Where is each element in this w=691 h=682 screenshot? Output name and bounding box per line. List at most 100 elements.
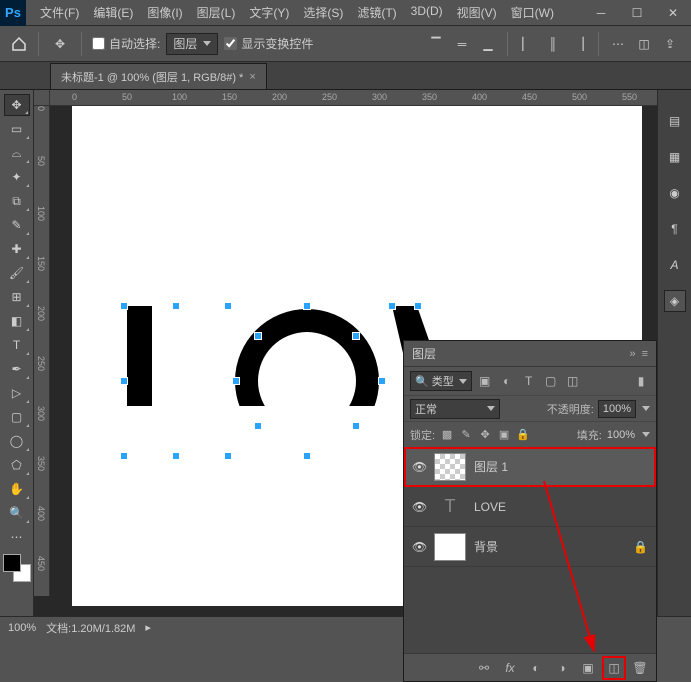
menu-window[interactable]: 窗口(W) <box>505 0 560 25</box>
layer-row[interactable]: 👁 背景 🔒 <box>404 527 656 567</box>
brush-tool[interactable]: 🖌 <box>4 262 30 284</box>
ruler-origin[interactable] <box>34 90 50 106</box>
move-tool[interactable]: ✥ <box>4 94 30 116</box>
lock-position-icon[interactable]: ✥ <box>478 428 492 442</box>
filter-shape-icon[interactable]: ▢ <box>542 372 560 390</box>
align-left-icon[interactable]: ▏ <box>516 33 538 55</box>
menu-layer[interactable]: 图层(L) <box>191 0 242 25</box>
align-top-icon[interactable]: ▔ <box>425 33 447 55</box>
show-transform-checkbox[interactable]: 显示变换控件 <box>224 35 313 52</box>
move-tool-icon[interactable]: ✥ <box>49 33 71 55</box>
layer-fx-icon[interactable]: fx <box>502 660 518 676</box>
lock-artboard-icon[interactable]: ▣ <box>497 428 511 442</box>
quick-select-tool[interactable]: ✦ <box>4 166 30 188</box>
filter-type-dropdown[interactable]: 🔍类型 <box>410 371 472 391</box>
menu-3d[interactable]: 3D(D) <box>405 0 449 25</box>
crop-tool[interactable]: ⧉ <box>4 190 30 212</box>
minimize-button[interactable]: ─ <box>583 0 619 26</box>
lasso-tool[interactable]: ⌓ <box>4 142 30 164</box>
share-icon[interactable]: ⇪ <box>659 33 681 55</box>
eraser-tool[interactable]: ◧ <box>4 310 30 332</box>
3d-mode-icon[interactable]: ◫ <box>633 33 655 55</box>
type-tool[interactable]: T <box>4 334 30 356</box>
layer-row[interactable]: 👁 T LOVE <box>404 487 656 527</box>
close-button[interactable]: ✕ <box>655 0 691 26</box>
status-caret-icon[interactable]: ▸ <box>145 621 151 634</box>
filter-pixel-icon[interactable]: ▣ <box>476 372 494 390</box>
healing-tool[interactable]: ✚ <box>4 238 30 260</box>
collapse-panel-icon[interactable]: » <box>629 348 635 360</box>
stamp-tool[interactable]: ⊞ <box>4 286 30 308</box>
link-layers-icon[interactable]: ⚯ <box>476 660 492 676</box>
align-bottom-icon[interactable]: ▁ <box>477 33 499 55</box>
blend-mode-dropdown[interactable]: 正常 <box>410 399 500 419</box>
menu-type[interactable]: 文字(Y) <box>243 0 295 25</box>
filter-smart-icon[interactable]: ◫ <box>564 372 582 390</box>
panel-menu-icon[interactable]: ≡ <box>642 348 648 360</box>
eyedropper-tool[interactable]: ✎ <box>4 214 30 236</box>
align-right-icon[interactable]: ▕ <box>568 33 590 55</box>
opacity-input[interactable]: 100% <box>598 400 636 418</box>
polygon-tool[interactable]: ⬠ <box>4 454 30 476</box>
rectangle-tool[interactable]: ▢ <box>4 406 30 428</box>
menu-file[interactable]: 文件(F) <box>34 0 85 25</box>
auto-select-target-dropdown[interactable]: 图层 <box>166 33 218 55</box>
delete-layer-icon[interactable]: 🗑 <box>632 660 648 676</box>
menu-filter[interactable]: 滤镜(T) <box>351 0 402 25</box>
path-select-tool[interactable]: ▷ <box>4 382 30 404</box>
layers-list: 👁 图层 1 👁 T LOVE 👁 背景 🔒 <box>404 447 656 653</box>
document-tab[interactable]: 未标题-1 @ 100% (图层 1, RGB/8#) * × <box>50 63 267 89</box>
tab-close-icon[interactable]: × <box>249 71 255 83</box>
zoom-tool[interactable]: 🔍 <box>4 502 30 524</box>
menu-edit[interactable]: 编辑(E) <box>87 0 139 25</box>
align-hcenter-icon[interactable]: ║ <box>542 33 564 55</box>
maximize-button[interactable]: ☐ <box>619 0 655 26</box>
layer-mask-icon[interactable]: ◐ <box>528 660 544 676</box>
menu-view[interactable]: 视图(V) <box>451 0 503 25</box>
ellipse-tool[interactable]: ◯ <box>4 430 30 452</box>
layer-name[interactable]: LOVE <box>474 500 506 514</box>
color-swatches[interactable] <box>3 554 31 582</box>
hand-tool[interactable]: ✋ <box>4 478 30 500</box>
lock-transparency-icon[interactable]: ▩ <box>440 428 454 442</box>
layer-row[interactable]: 👁 图层 1 <box>404 447 656 487</box>
layer-name[interactable]: 图层 1 <box>474 458 508 475</box>
ruler-vertical[interactable]: 0 50 100 150 200 250 300 350 400 450 <box>34 106 50 596</box>
menu-image[interactable]: 图像(I) <box>141 0 188 25</box>
layer-thumbnail[interactable] <box>434 453 466 481</box>
filter-type-icon[interactable]: T <box>520 372 538 390</box>
zoom-level[interactable]: 100% <box>8 622 36 634</box>
foreground-color-swatch[interactable] <box>3 554 21 572</box>
color-panel-icon[interactable]: ◉ <box>664 182 686 204</box>
home-icon[interactable] <box>10 35 28 53</box>
visibility-toggle-icon[interactable]: 👁 <box>412 540 426 554</box>
fill-input[interactable]: 100% <box>607 429 635 441</box>
lock-pixels-icon[interactable]: ✎ <box>459 428 473 442</box>
auto-select-checkbox[interactable]: 自动选择: <box>92 35 160 52</box>
layer-thumbnail[interactable] <box>434 533 466 561</box>
edit-toolbar-icon[interactable]: ⋯ <box>4 526 30 548</box>
character-panel-icon[interactable]: A <box>664 254 686 276</box>
align-vcenter-icon[interactable]: ═ <box>451 33 473 55</box>
more-options-icon[interactable]: ⋯ <box>607 33 629 55</box>
lock-all-icon[interactable]: 🔒 <box>516 428 530 442</box>
new-layer-icon[interactable]: ◫ <box>606 660 622 676</box>
layers-panel-header[interactable]: 图层 » ≡ <box>404 341 656 367</box>
menu-select[interactable]: 选择(S) <box>297 0 349 25</box>
visibility-toggle-icon[interactable]: 👁 <box>412 500 426 514</box>
layer-name[interactable]: 背景 <box>474 538 498 555</box>
filter-adjustment-icon[interactable]: ◐ <box>498 372 516 390</box>
swatches-panel-icon[interactable]: ▦ <box>664 146 686 168</box>
paragraph-panel-icon[interactable]: ¶ <box>664 218 686 240</box>
document-info[interactable]: 文档:1.20M/1.82M <box>46 620 135 636</box>
pen-tool[interactable]: ✒ <box>4 358 30 380</box>
layer-group-icon[interactable]: ▣ <box>580 660 596 676</box>
layer-thumbnail[interactable]: T <box>434 493 466 521</box>
visibility-toggle-icon[interactable]: 👁 <box>412 460 426 474</box>
ruler-horizontal[interactable]: 0 50 100 150 200 250 300 350 400 450 500… <box>50 90 657 106</box>
adjustment-layer-icon[interactable]: ◑ <box>554 660 570 676</box>
filter-toggle-icon[interactable]: ▮ <box>632 372 650 390</box>
history-panel-icon[interactable]: ▤ <box>664 110 686 132</box>
marquee-tool[interactable]: ▭ <box>4 118 30 140</box>
layers-panel-icon[interactable]: ◈ <box>664 290 686 312</box>
